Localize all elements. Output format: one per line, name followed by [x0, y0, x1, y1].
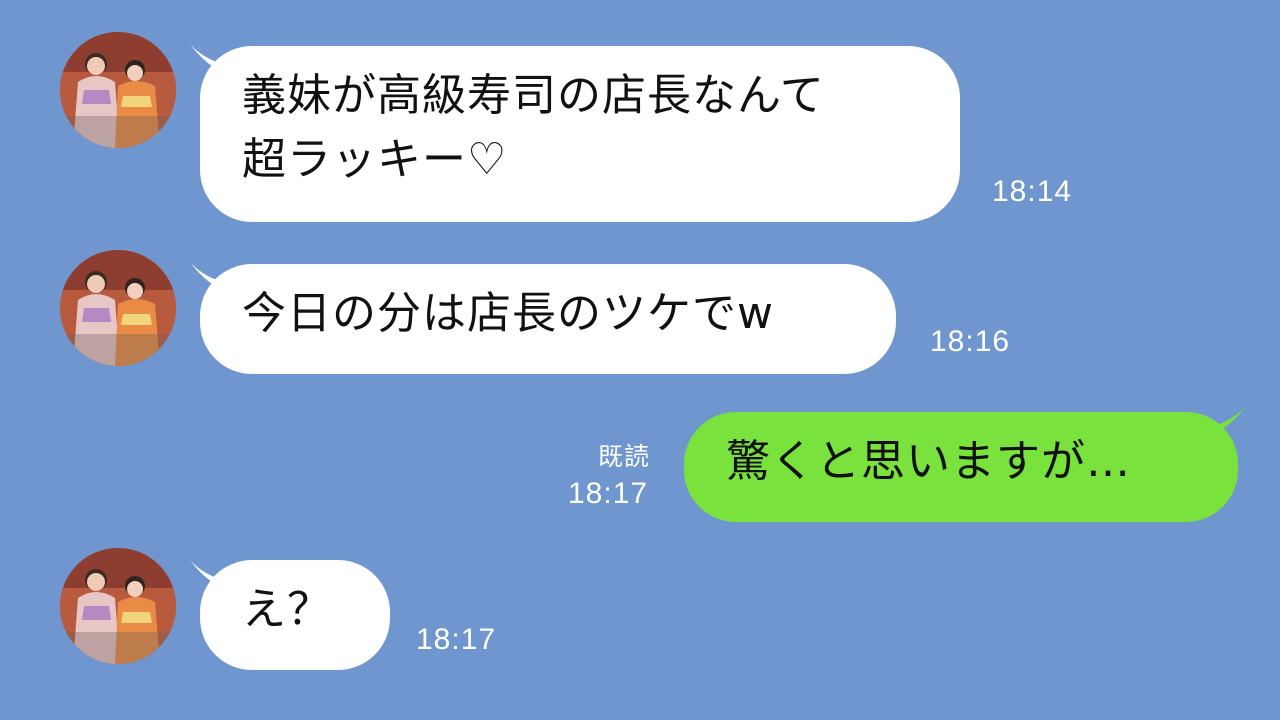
message-text: え？ — [242, 584, 332, 635]
message-text: 義妹が高級寿司の店長なんて 超ラッキー♡ — [242, 70, 825, 185]
message-text: 今日の分は店長のツケでw — [242, 288, 774, 339]
read-status: 既読 — [598, 442, 651, 471]
message-bubble[interactable]: 義妹が高級寿司の店長なんて 超ラッキー♡ — [200, 46, 960, 222]
contact-avatar-icon[interactable] — [60, 32, 176, 148]
message-bubble[interactable]: 驚くと思いますが… — [684, 412, 1238, 522]
contact-avatar-icon[interactable] — [60, 548, 176, 664]
message-bubble[interactable]: え？ — [200, 560, 390, 670]
message-time: 18:17 — [416, 623, 497, 656]
message-time: 18:16 — [930, 325, 1011, 358]
message-time: 18:14 — [992, 175, 1073, 208]
outgoing-bubble-tail — [1206, 404, 1248, 438]
message-text: 驚くと思いますが… — [726, 436, 1131, 487]
contact-avatar-icon[interactable] — [60, 250, 176, 366]
message-bubble[interactable]: 今日の分は店長のツケでw — [200, 264, 896, 374]
message-time: 18:17 — [568, 477, 649, 510]
chat-window: 義妹が高級寿司の店長なんて 超ラッキー♡ 18:14 今日の分は店長のツケでw … — [0, 0, 1280, 720]
